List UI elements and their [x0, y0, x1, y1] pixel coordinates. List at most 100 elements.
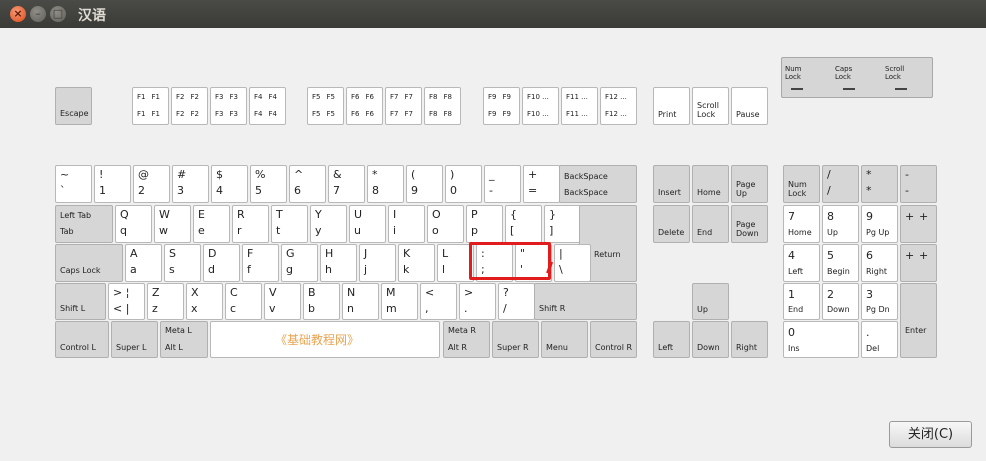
key-row2-3[interactable]: Rr	[232, 205, 269, 243]
key-row4-0[interactable]: > ¦ < |	[108, 283, 145, 320]
key-row1-11[interactable]: _ -	[484, 165, 521, 203]
key-row1-7[interactable]: & 7	[328, 165, 365, 203]
key-shift-right[interactable]: Shift R	[534, 283, 637, 320]
key-row2-0[interactable]: Qq	[115, 205, 152, 243]
key-row3-1[interactable]: Ss	[164, 244, 201, 282]
key-row3-11[interactable]: | \	[554, 244, 591, 282]
key-numpad-dot[interactable]: . Del	[861, 321, 898, 358]
key-delete[interactable]: Delete	[653, 205, 690, 243]
key-numpad-2[interactable]: 2 Down	[822, 283, 859, 320]
key-row3-9[interactable]: :;	[476, 244, 513, 282]
key-up-arrow[interactable]: Up	[692, 283, 729, 320]
key-row3-6[interactable]: Jj	[359, 244, 396, 282]
key-end[interactable]: End	[692, 205, 729, 243]
key-row4-2[interactable]: Xx	[186, 283, 223, 320]
key-numpad-8[interactable]: 8 Up	[822, 205, 859, 243]
key-f7[interactable]: F7 F7 F7 F7	[385, 87, 422, 125]
key-numpad-1[interactable]: 1 End	[783, 283, 820, 320]
key-f3[interactable]: F3 F3 F3 F3	[210, 87, 247, 125]
key-f12[interactable]: F12 ... F12 ...	[600, 87, 637, 125]
key-f9[interactable]: F9 F9 F9 F9	[483, 87, 520, 125]
key-shift-left[interactable]: Shift L	[55, 283, 106, 320]
key-row2-5[interactable]: Yy	[310, 205, 347, 243]
key-left-arrow[interactable]: Left	[653, 321, 690, 358]
key-numpad-0[interactable]: 0 Ins	[783, 321, 859, 358]
key-row4-3[interactable]: Cc	[225, 283, 262, 320]
key-row4-6[interactable]: Nn	[342, 283, 379, 320]
key-tab[interactable]: Left Tab Tab	[55, 205, 113, 243]
key-row4-4[interactable]: Vv	[264, 283, 301, 320]
key-row4-7[interactable]: Mm	[381, 283, 418, 320]
key-row1-4[interactable]: $4	[211, 165, 248, 203]
key-row2-4[interactable]: Tt	[271, 205, 308, 243]
key-numpad-5[interactable]: 5 Begin	[822, 244, 859, 282]
key-row3-4[interactable]: Gg	[281, 244, 318, 282]
key-caps-lock[interactable]: Caps Lock	[55, 244, 123, 282]
key-insert[interactable]: Insert	[653, 165, 690, 203]
key-row2-2[interactable]: Ee	[193, 205, 230, 243]
key-f10[interactable]: F10 ... F10 ...	[522, 87, 559, 125]
key-numpad-3[interactable]: 3 Pg Dn	[861, 283, 898, 320]
key-row1-12[interactable]: + =	[523, 165, 560, 203]
key-numpad-6[interactable]: 6 Right	[861, 244, 898, 282]
key-row1-6[interactable]: ^ 6	[289, 165, 326, 203]
key-f11[interactable]: F11 ... F11 ...	[561, 87, 598, 125]
key-f1[interactable]: F1 F1 F1 F1	[132, 87, 169, 125]
key-numpad-plus[interactable]: + +	[900, 205, 937, 243]
key-row4-5[interactable]: Bb	[303, 283, 340, 320]
key-backspace[interactable]: BackSpace BackSpace	[559, 165, 637, 203]
key-numpad-enter[interactable]: Enter	[900, 283, 937, 358]
key-space[interactable]: 《基础教程网》	[210, 321, 440, 358]
key-row2-9[interactable]: Pp	[466, 205, 503, 243]
key-numpad-divide[interactable]: / /	[822, 165, 859, 203]
key-print[interactable]: Print	[653, 87, 690, 125]
key-numpad-4[interactable]: 4 Left	[783, 244, 820, 282]
key-super-right[interactable]: Super R	[492, 321, 539, 358]
key-alt-right[interactable]: Meta R Alt R	[443, 321, 490, 358]
key-f4[interactable]: F4 F4 F4 F4	[249, 87, 286, 125]
key-numpad-7[interactable]: 7 Home	[783, 205, 820, 243]
key-numpad-multiply[interactable]: * *	[861, 165, 898, 203]
key-numpad-plus-2[interactable]: + +	[900, 244, 937, 282]
key-control-left[interactable]: Control L	[55, 321, 109, 358]
key-row2-11[interactable]: }]	[544, 205, 581, 243]
key-menu[interactable]: Menu	[541, 321, 588, 358]
key-row2-8[interactable]: Oo	[427, 205, 464, 243]
key-row3-10[interactable]: " '	[515, 244, 552, 282]
key-row2-1[interactable]: Ww	[154, 205, 191, 243]
key-row3-0[interactable]: Aa	[125, 244, 162, 282]
key-right-arrow[interactable]: Right	[731, 321, 768, 358]
key-row3-3[interactable]: Ff	[242, 244, 279, 282]
window-maximize-icon[interactable]: □	[50, 6, 66, 22]
key-numpad-9[interactable]: 9 Pg Up	[861, 205, 898, 243]
key-row3-7[interactable]: Kk	[398, 244, 435, 282]
key-escape[interactable]: Escape	[55, 87, 92, 125]
key-row3-5[interactable]: Hh	[320, 244, 357, 282]
key-row1-5[interactable]: % 5	[250, 165, 287, 203]
key-home[interactable]: Home	[692, 165, 729, 203]
key-page-up[interactable]: Page Up	[731, 165, 768, 203]
window-close-icon[interactable]: ×	[10, 6, 26, 22]
key-row1-8[interactable]: * 8	[367, 165, 404, 203]
key-f8[interactable]: F8 F8 F8 F8	[424, 87, 461, 125]
key-scroll-lock[interactable]: Scroll Lock	[692, 87, 729, 125]
key-row2-10[interactable]: {[	[505, 205, 542, 243]
key-f5[interactable]: F5 F5 F5 F5	[307, 87, 344, 125]
key-pause[interactable]: Pause	[731, 87, 768, 125]
key-numpad-minus[interactable]: --	[900, 165, 937, 203]
key-row1-3[interactable]: #3	[172, 165, 209, 203]
key-super-left[interactable]: Super L	[111, 321, 158, 358]
key-row4-1[interactable]: Zz	[147, 283, 184, 320]
key-row2-7[interactable]: Ii	[388, 205, 425, 243]
key-row1-1[interactable]: ! 1	[94, 165, 131, 203]
key-control-right[interactable]: Control R	[590, 321, 637, 358]
key-alt-left[interactable]: Meta L Alt L	[160, 321, 208, 358]
key-row1-2[interactable]: @2	[133, 165, 170, 203]
key-page-down[interactable]: Page Down	[731, 205, 768, 243]
key-numpad-numlock[interactable]: Num Lock	[783, 165, 820, 203]
key-row4-10[interactable]: ? /	[498, 283, 535, 320]
key-down-arrow[interactable]: Down	[692, 321, 729, 358]
key-row3-8[interactable]: Ll	[437, 244, 474, 282]
key-row3-2[interactable]: Dd	[203, 244, 240, 282]
key-row1-0[interactable]: ~ `	[55, 165, 92, 203]
